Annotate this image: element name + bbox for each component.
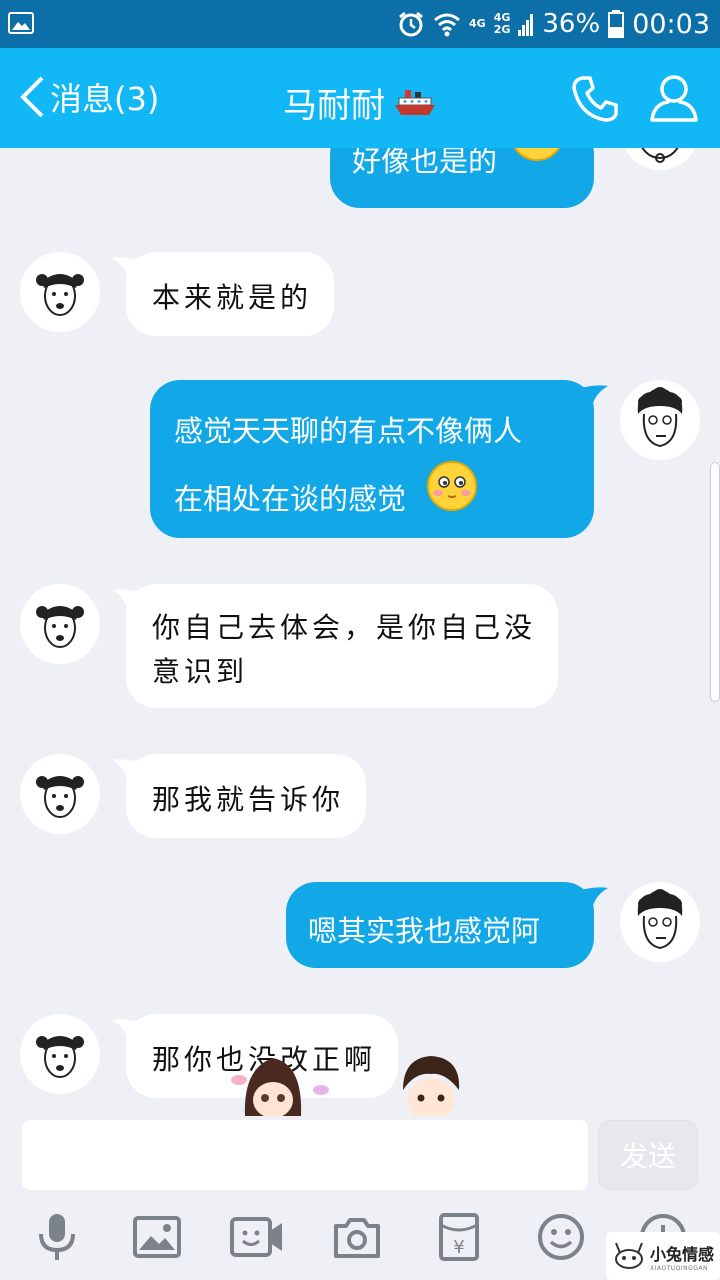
curly-hair-avatar-icon xyxy=(637,889,683,950)
message-text-line-1: 你自己去体会，是你自己没 xyxy=(152,611,537,644)
curly-hair-avatar-icon xyxy=(641,148,679,163)
contact-avatar[interactable] xyxy=(20,584,100,664)
wifi-icon xyxy=(434,13,460,37)
message-text: 好像也是的 xyxy=(352,148,498,178)
watermark: 小兔情感 XIAOTUQINGGAN xyxy=(606,1232,720,1280)
smile-emoji xyxy=(513,148,561,161)
network-type-3: 2G xyxy=(493,23,511,36)
network-type-1: 4G xyxy=(469,17,486,30)
incoming-message-bubble[interactable]: 你自己去体会，是你自己没 意识到 xyxy=(112,584,558,708)
shy-emoji xyxy=(427,461,477,511)
user-profile-icon[interactable] xyxy=(648,72,700,124)
contact-avatar[interactable] xyxy=(20,754,100,834)
message-text-line-2: 意识到 xyxy=(152,655,249,688)
dual-network: 4G 2G xyxy=(494,12,511,36)
cartoon-girl-avatar-icon xyxy=(36,606,84,648)
chat-messages[interactable]: 好像也是的 本来就是的 感觉天天聊的有点不像俩人 在相处在谈的感觉 你自己去体会… xyxy=(0,148,720,1116)
ship-icon xyxy=(395,89,435,115)
bubble-tail xyxy=(112,759,140,782)
chat-header: 消息(3) 马耐耐 xyxy=(0,48,720,148)
cartoon-girl-avatar-icon xyxy=(36,776,84,818)
bubble-tail xyxy=(112,589,140,612)
rabbit-logo-icon xyxy=(615,1242,643,1269)
red-packet-icon[interactable]: ¥ xyxy=(432,1210,486,1264)
microphone-icon[interactable] xyxy=(30,1210,84,1264)
watermark-text: 小兔情感 xyxy=(650,1244,715,1264)
outgoing-message-bubble[interactable]: 嗯其实我也感觉阿 xyxy=(286,882,608,968)
incoming-message-bubble[interactable]: 本来就是的 xyxy=(112,252,334,336)
incoming-message-bubble[interactable]: 那你也没改正啊 xyxy=(112,1014,398,1098)
battery-icon xyxy=(608,10,625,38)
message-text-line-2: 在相处在谈的感觉 xyxy=(174,482,407,516)
svg-text:¥: ¥ xyxy=(453,1237,464,1258)
watermark-subtext: XIAOTUQINGGAN xyxy=(650,1264,709,1272)
cartoon-girl-avatar-icon xyxy=(36,1036,84,1078)
bubble-tail xyxy=(580,385,608,408)
contact-name[interactable]: 马耐耐 xyxy=(283,78,385,127)
camera-icon[interactable] xyxy=(330,1210,384,1264)
message-text: 嗯其实我也感觉阿 xyxy=(308,914,541,948)
my-avatar[interactable] xyxy=(620,148,700,170)
battery-percent: 36% xyxy=(542,9,601,39)
clock: 00:03 xyxy=(632,8,710,40)
video-icon[interactable] xyxy=(230,1210,284,1264)
image-icon[interactable] xyxy=(130,1210,184,1264)
bubble-tail xyxy=(112,257,140,280)
contact-avatar[interactable] xyxy=(20,1014,100,1094)
message-text-line-1: 感觉天天聊的有点不像俩人 xyxy=(174,414,523,448)
curly-hair-avatar-icon xyxy=(637,387,683,448)
outgoing-message-bubble[interactable]: 感觉天天聊的有点不像俩人 在相处在谈的感觉 xyxy=(150,380,608,538)
bubble-tail xyxy=(580,887,608,910)
scrollbar[interactable] xyxy=(710,462,720,702)
bubble-tail xyxy=(112,1019,140,1042)
phone-call-icon[interactable] xyxy=(568,72,622,126)
send-button[interactable]: 发送 xyxy=(598,1120,698,1190)
emoji-icon[interactable] xyxy=(534,1210,588,1264)
message-text: 那我就告诉你 xyxy=(152,783,345,816)
message-text: 那你也没改正啊 xyxy=(152,1043,377,1076)
message-text: 本来就是的 xyxy=(152,281,313,314)
my-avatar[interactable] xyxy=(620,380,700,460)
message-input[interactable] xyxy=(22,1120,588,1190)
my-avatar[interactable] xyxy=(620,882,700,962)
gallery-notification-icon xyxy=(8,12,34,34)
cartoon-girl-avatar-icon xyxy=(36,274,84,316)
status-bar: 4G 4G 2G 36% 00:03 xyxy=(0,0,720,48)
alarm-icon xyxy=(399,11,423,37)
contact-avatar[interactable] xyxy=(20,252,100,332)
signal-icon xyxy=(518,14,534,36)
incoming-message-bubble[interactable]: 那我就告诉你 xyxy=(112,754,366,838)
outgoing-message-bubble[interactable]: 好像也是的 xyxy=(330,148,594,208)
